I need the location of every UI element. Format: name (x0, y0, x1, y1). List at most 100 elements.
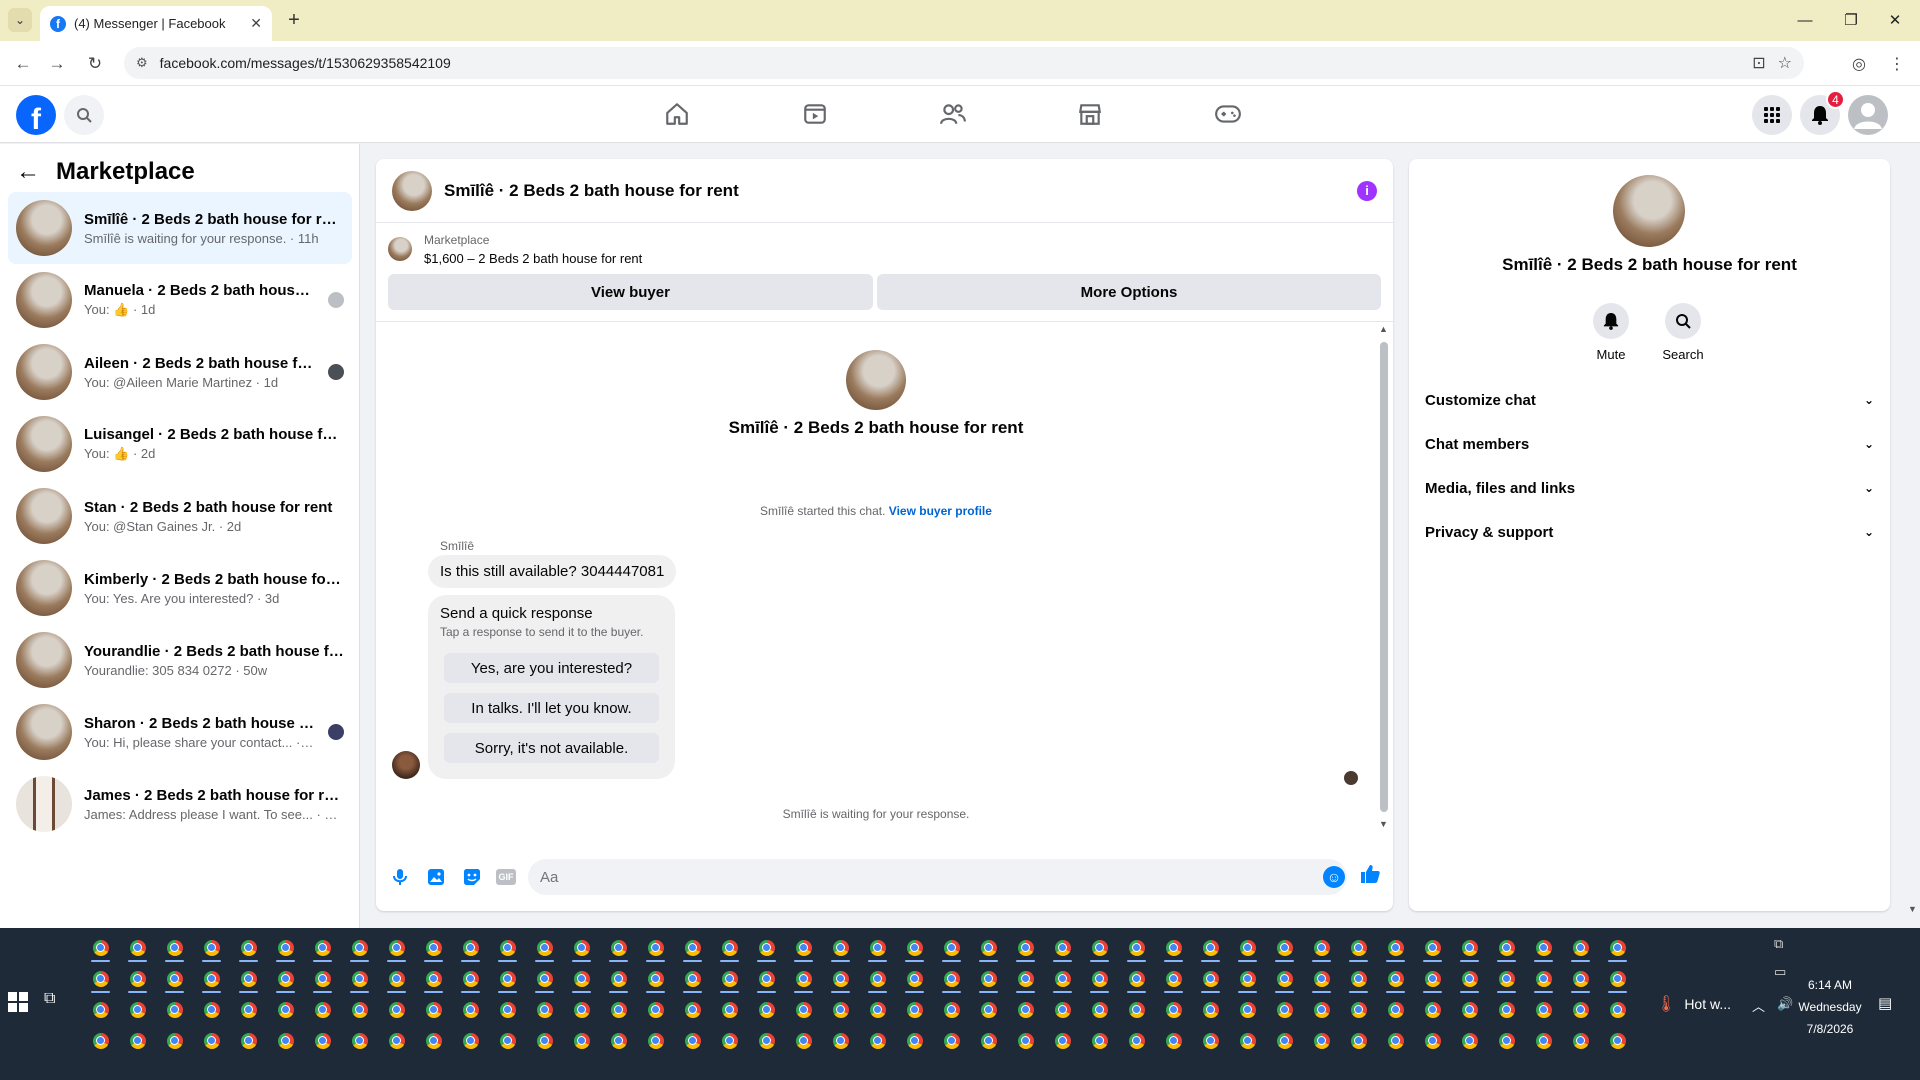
taskbar-browser-icon[interactable] (1340, 994, 1377, 1025)
thumbs-up-icon[interactable] (1359, 863, 1381, 891)
taskbar-browser-icon[interactable] (1044, 963, 1081, 994)
taskbar-browser-icon[interactable] (452, 932, 489, 963)
profile-icon[interactable]: ◎ (1846, 51, 1872, 77)
taskbar-browser-icon[interactable] (193, 932, 230, 963)
taskbar-browser-icon[interactable] (267, 963, 304, 994)
taskbar-browser-icon[interactable] (896, 932, 933, 963)
taskbar-browser-icon[interactable] (304, 1025, 341, 1056)
taskbar-browser-icon[interactable] (1562, 963, 1599, 994)
taskbar-browser-icon[interactable] (1562, 994, 1599, 1025)
taskbar-browser-icon[interactable] (1081, 1025, 1118, 1056)
quick-response-button[interactable]: In talks. I'll let you know. (444, 693, 659, 723)
facebook-logo-icon[interactable]: f (16, 95, 56, 135)
taskbar-browser-icon[interactable] (1562, 1025, 1599, 1056)
media-files-links-section[interactable]: Media, files and links ⌄ (1425, 468, 1874, 508)
chat-scrollbar[interactable]: ▲ ▼ (1377, 322, 1391, 832)
taskbar-browser-icon[interactable] (304, 994, 341, 1025)
forward-arrow-icon[interactable]: → (44, 51, 70, 77)
page-scrollbar[interactable]: ▼ (1904, 144, 1920, 928)
taskbar-browser-icon[interactable] (1488, 1025, 1525, 1056)
taskbar-browser-icon[interactable] (1118, 994, 1155, 1025)
conversation-item[interactable]: Manuela · 2 Beds 2 bath house for rent Yo… (8, 264, 352, 336)
taskbar-browser-icon[interactable] (970, 932, 1007, 963)
taskbar-browser-icon[interactable] (748, 932, 785, 963)
taskbar-browser-icon[interactable] (711, 1025, 748, 1056)
taskbar-browser-icon[interactable] (1229, 932, 1266, 963)
taskbar-browser-icon[interactable] (1414, 932, 1451, 963)
taskbar-browser-icon[interactable] (193, 1025, 230, 1056)
taskbar-browser-icon[interactable] (1599, 932, 1636, 963)
taskbar-browser-icon[interactable] (1451, 1025, 1488, 1056)
task-view-icon[interactable]: ⧉ (44, 990, 64, 1012)
taskbar-browser-icon[interactable] (415, 1025, 452, 1056)
taskbar-browser-icon[interactable] (785, 932, 822, 963)
chat-title[interactable]: Smīlîê · 2 Beds 2 bath house for rent (444, 181, 1345, 201)
taskbar-browser-icon[interactable] (1488, 994, 1525, 1025)
taskbar-browser-icon[interactable] (970, 994, 1007, 1025)
taskbar-browser-icon[interactable] (119, 963, 156, 994)
back-arrow-icon[interactable]: ← (10, 51, 36, 77)
taskbar-browser-icon[interactable] (1599, 963, 1636, 994)
taskbar-browser-icon[interactable] (674, 963, 711, 994)
taskbar-browser-icon[interactable] (637, 963, 674, 994)
taskbar-browser-icon[interactable] (1377, 994, 1414, 1025)
notification-center-icon[interactable]: ▤ (1878, 994, 1892, 1012)
taskbar-browser-icon[interactable] (526, 994, 563, 1025)
scroll-down-icon[interactable]: ▼ (1908, 904, 1917, 914)
taskbar-browser-icon[interactable] (1340, 1025, 1377, 1056)
taskbar-browser-icon[interactable] (1081, 932, 1118, 963)
friends-icon[interactable] (933, 96, 973, 132)
taskbar-browser-icon[interactable] (822, 963, 859, 994)
taskbar-browser-icon[interactable] (526, 963, 563, 994)
taskbar-browser-icon[interactable] (1229, 963, 1266, 994)
taskbar-browser-icon[interactable] (267, 994, 304, 1025)
taskbar-browser-icon[interactable] (1340, 963, 1377, 994)
quick-response-button[interactable]: Yes, are you interested? (444, 653, 659, 683)
conversation-item[interactable]: Smīlîê · 2 Beds 2 bath house for rent Smī… (8, 192, 352, 264)
quick-response-button[interactable]: Sorry, it's not available. (444, 733, 659, 763)
taskbar-browser-icon[interactable] (711, 932, 748, 963)
taskbar-browser-icon[interactable] (896, 994, 933, 1025)
taskbar-browser-icon[interactable] (933, 932, 970, 963)
taskbar-browser-icon[interactable] (748, 994, 785, 1025)
taskbar-browser-icon[interactable] (600, 994, 637, 1025)
taskbar-browser-icon[interactable] (193, 963, 230, 994)
taskbar-browser-icon[interactable] (119, 1025, 156, 1056)
taskbar-browser-icon[interactable] (748, 963, 785, 994)
weather-widget[interactable]: 🌡 Hot w... (1656, 994, 1731, 1014)
taskbar-browser-icon[interactable] (82, 932, 119, 963)
taskbar-browser-icon[interactable] (230, 963, 267, 994)
taskbar-browser-icon[interactable] (1451, 994, 1488, 1025)
taskbar-browser-icon[interactable] (785, 1025, 822, 1056)
conversation-item[interactable]: James · 2 Beds 2 bath house for rent Jame… (8, 768, 352, 840)
taskbar-browser-icon[interactable] (452, 1025, 489, 1056)
taskbar-browser-icon[interactable] (711, 994, 748, 1025)
taskbar-browser-icon[interactable] (822, 932, 859, 963)
taskbar-browser-icon[interactable] (1414, 963, 1451, 994)
taskbar-browser-icon[interactable] (341, 1025, 378, 1056)
taskbar-browser-icon[interactable] (267, 932, 304, 963)
taskbar-browser-icon[interactable] (489, 994, 526, 1025)
taskbar-browser-icon[interactable] (156, 963, 193, 994)
taskbar-browser-icon[interactable] (785, 994, 822, 1025)
taskbar-browser-icon[interactable] (1377, 932, 1414, 963)
taskbar-browser-icon[interactable] (1488, 932, 1525, 963)
conversation-item[interactable]: Aileen · 2 Beds 2 bath house for rent You… (8, 336, 352, 408)
taskbar-browser-icon[interactable] (230, 932, 267, 963)
taskbar-browser-icon[interactable] (1192, 932, 1229, 963)
taskbar-browser-icon[interactable] (785, 963, 822, 994)
taskbar-browser-icon[interactable] (1229, 994, 1266, 1025)
video-icon[interactable] (795, 96, 835, 132)
taskbar-browser-icon[interactable] (452, 963, 489, 994)
taskbar-browser-icon[interactable] (1118, 932, 1155, 963)
taskbar-browser-icon[interactable] (1303, 994, 1340, 1025)
taskbar-browser-icon[interactable] (1118, 963, 1155, 994)
taskbar-browser-icon[interactable] (822, 994, 859, 1025)
taskbar-browser-icon[interactable] (526, 932, 563, 963)
gif-icon[interactable]: GIF (496, 869, 516, 885)
taskbar-browser-icon[interactable] (1414, 994, 1451, 1025)
taskbar-browser-icon[interactable] (933, 994, 970, 1025)
taskbar-browser-icon[interactable] (378, 1025, 415, 1056)
taskbar-browser-icon[interactable] (341, 932, 378, 963)
taskbar-browser-icon[interactable] (1266, 932, 1303, 963)
